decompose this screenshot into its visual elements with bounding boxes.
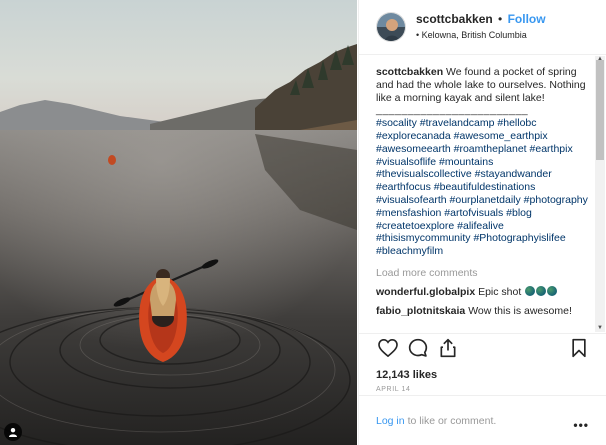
login-prompt: Log in to like or comment. ••• [359,395,606,445]
login-prompt-text: to like or comment. [407,414,497,427]
more-options-icon[interactable]: ••• [573,418,589,432]
post-side-panel: scottcbakken • Follow • Kelowna, British… [358,0,606,445]
load-more-comments-button[interactable]: Load more comments [376,266,591,280]
avatar[interactable] [376,12,406,42]
comment-text: Epic shot [478,285,522,298]
user-tag-icon[interactable] [4,423,22,441]
caption: scottcbakken We found a pocket of spring… [376,66,591,258]
caption-hashtags[interactable]: #socality #travelandcamp #hellobc #explo… [376,117,591,258]
post-author-username[interactable]: scottcbakken [416,12,493,26]
bookmark-icon[interactable] [567,336,591,360]
comment-username[interactable]: wonderful.globalpix [376,286,475,298]
post-header: scottcbakken • Follow • Kelowna, British… [359,0,606,55]
separator-dot: • [498,11,503,26]
post-date[interactable]: APRIL 14 [376,386,591,393]
caption-divider: ________________________ [376,104,529,117]
globe-emoji-icon [547,285,558,296]
caption-username[interactable]: scottcbakken [376,66,443,78]
location-marker: • [416,29,420,40]
likes-count[interactable]: 12,143 likes [376,369,591,381]
comment-text: Wow this is awesome! [468,304,572,317]
scroll-down-arrow-icon[interactable]: ▼ [596,324,604,332]
follow-button[interactable]: Follow [508,12,546,26]
lake-kayak-photo [0,0,357,445]
comment-icon[interactable] [406,336,430,360]
location-link[interactable]: • Kelowna, British Columbia [416,28,546,43]
globe-emoji-icon [525,285,536,296]
globe-emoji-icon [536,285,547,296]
location-label: Kelowna, British Columbia [421,29,527,40]
list-item: fabio_plotnitskaia Wow this is awesome! [376,304,591,318]
list-item: wonderful.globalpix Epic shot [376,285,591,299]
heart-icon[interactable] [376,336,400,360]
share-icon[interactable] [436,336,460,360]
post-actions: 12,143 likes APRIL 14 [359,333,606,393]
comments-list[interactable]: scottcbakken We found a pocket of spring… [359,56,606,332]
comments-scrollbar[interactable]: ▲ ▼ [595,56,605,332]
comment-username[interactable]: fabio_plotnitskaia [376,305,465,317]
login-link[interactable]: Log in [376,415,405,427]
scroll-thumb[interactable] [596,60,604,160]
post-photo[interactable] [0,0,357,445]
